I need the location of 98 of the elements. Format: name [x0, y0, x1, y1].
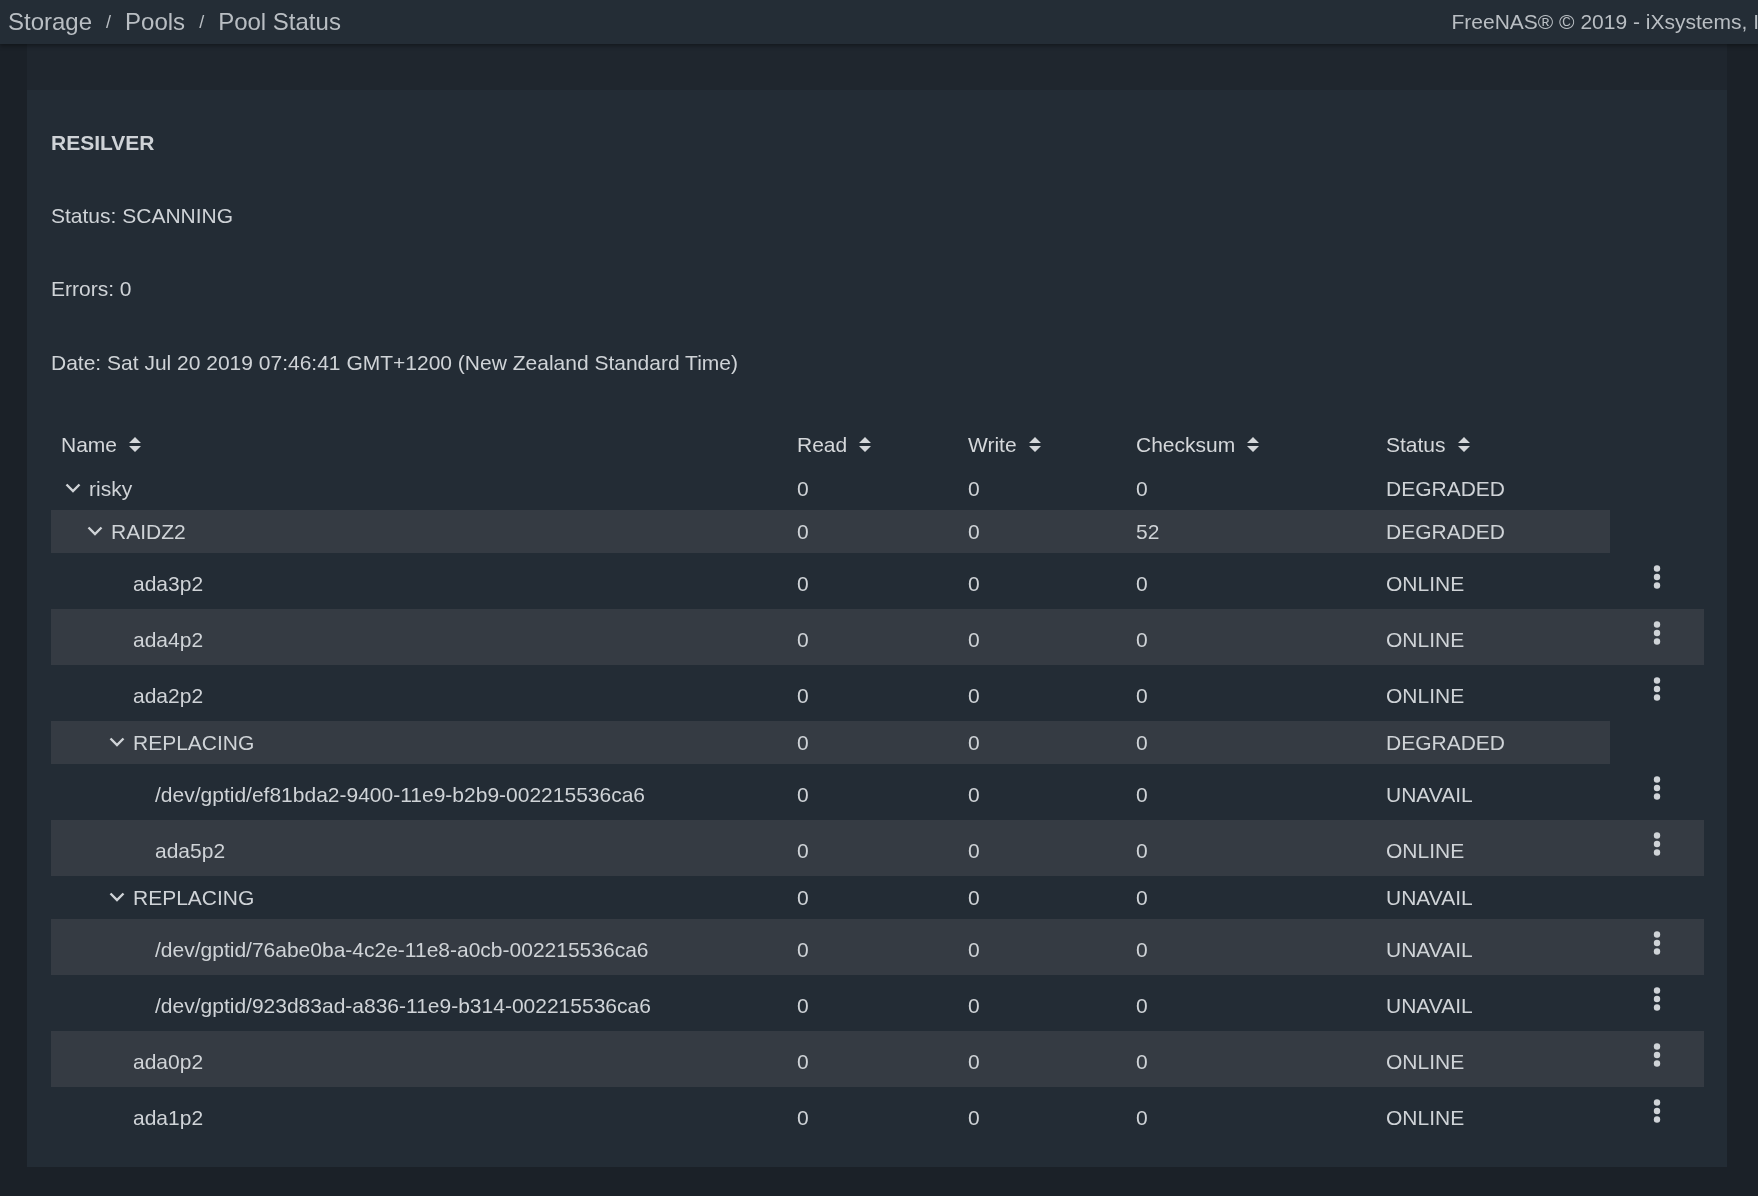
more-icon [1653, 775, 1661, 800]
count-text: 0 [968, 782, 981, 808]
breadcrumb-separator: / [199, 10, 205, 34]
name-text: ada1p2 [133, 1105, 204, 1131]
more-icon [1653, 831, 1661, 856]
name-text: /dev/gptid/ef81bda2-9400-11e9-b2b9-002215536ca6 [155, 782, 646, 808]
count-text: 52 [1136, 518, 1161, 545]
name-text: ada2p2 [133, 683, 204, 709]
status-text: UNAVAIL [1386, 993, 1474, 1019]
count-text: 0 [1136, 475, 1149, 502]
count-text: 0 [797, 782, 810, 808]
name-text: /dev/gptid/76abe0ba-4c2e-11e8-a0cb-002215536ca6 [155, 937, 649, 963]
chevron-down-icon [109, 737, 125, 748]
status-text: ONLINE [1386, 627, 1466, 653]
count-text: 0 [968, 838, 981, 864]
more-icon [1653, 620, 1661, 645]
sort-icon [1457, 436, 1470, 453]
count-text: 0 [968, 518, 981, 545]
count-text: 0 [968, 1105, 981, 1131]
name-text: risky [89, 475, 133, 502]
count-text: 0 [968, 683, 981, 709]
status-text: ONLINE [1386, 683, 1466, 709]
column-header[interactable]: Status [1386, 429, 1470, 461]
name-text: ada3p2 [133, 571, 204, 597]
column-header[interactable]: Write [968, 429, 1041, 461]
count-text: 0 [1136, 1049, 1149, 1075]
count-text: 0 [1136, 782, 1149, 808]
breadcrumb-link[interactable]: Pools [125, 4, 186, 40]
count-text: 0 [968, 627, 981, 653]
count-text: 0 [797, 683, 810, 709]
status-text: DEGRADED [1386, 729, 1507, 756]
name-text: ada4p2 [133, 627, 204, 653]
more-icon [1653, 986, 1661, 1011]
count-text: 0 [797, 838, 810, 864]
name-text: REPLACING [133, 884, 255, 911]
count-text: 0 [1136, 729, 1149, 756]
scan-heading: RESILVER [51, 130, 156, 156]
status-text: ONLINE [1386, 571, 1466, 597]
count-text: 0 [797, 1049, 810, 1075]
count-text: 0 [797, 993, 810, 1019]
name-text: REPLACING [133, 729, 255, 756]
sort-icon [859, 436, 872, 453]
count-text: 0 [797, 729, 810, 756]
count-text: 0 [1136, 683, 1149, 709]
scan-info-text: Date: Sat Jul 20 2019 07:46:41 GMT+1200 (New Zealand Standard Time) [51, 349, 739, 375]
scan-info-text: Errors: 0 [51, 276, 133, 302]
count-text: 0 [968, 475, 981, 502]
more-icon [1653, 676, 1661, 701]
count-text: 0 [1136, 627, 1149, 653]
count-text: 0 [797, 937, 810, 963]
status-text: DEGRADED [1386, 518, 1507, 545]
status-text: UNAVAIL [1386, 937, 1474, 963]
count-text: 0 [797, 518, 810, 545]
status-text: UNAVAIL [1386, 884, 1474, 911]
column-header[interactable]: Checksum [1136, 429, 1260, 461]
status-text: DEGRADED [1386, 475, 1507, 502]
chevron-down-icon [109, 892, 125, 903]
count-text: 0 [1136, 838, 1149, 864]
column-header[interactable]: Name [61, 429, 142, 461]
column-header[interactable]: Read [797, 429, 872, 461]
more-icon [1653, 1098, 1661, 1123]
more-icon [1653, 564, 1661, 589]
chevron-down-icon [87, 526, 103, 537]
count-text: 0 [797, 475, 810, 502]
chevron-down-icon [65, 483, 81, 494]
count-text: 0 [797, 571, 810, 597]
status-text: ONLINE [1386, 1105, 1466, 1131]
breadcrumb-link[interactable]: Pool Status [218, 4, 341, 40]
sort-icon [129, 436, 142, 453]
status-text: ONLINE [1386, 838, 1466, 864]
count-text: 0 [968, 1049, 981, 1075]
count-text: 0 [1136, 1105, 1149, 1131]
count-text: 0 [1136, 937, 1149, 963]
name-text: ada0p2 [133, 1049, 204, 1075]
count-text: 0 [797, 627, 810, 653]
count-text: 0 [968, 884, 981, 911]
count-text: 0 [1136, 884, 1149, 911]
count-text: 0 [968, 937, 981, 963]
count-text: 0 [797, 884, 810, 911]
name-text: /dev/gptid/923d83ad-a836-11e9-b314-002215536ca6 [155, 993, 651, 1019]
more-icon [1653, 930, 1661, 955]
breadcrumb-link[interactable]: Storage [8, 4, 93, 40]
count-text: 0 [968, 729, 981, 756]
count-text: 0 [968, 571, 981, 597]
copyright-text: FreeNAS® © 2019 - iXsystems, I [1451, 9, 1758, 36]
sort-icon [1028, 436, 1041, 453]
count-text: 0 [797, 1105, 810, 1131]
name-text: ada5p2 [155, 838, 226, 864]
count-text: 0 [968, 993, 981, 1019]
count-text: 0 [1136, 571, 1149, 597]
breadcrumb-separator: / [106, 10, 112, 34]
more-icon [1653, 1042, 1661, 1067]
name-text: RAIDZ2 [111, 518, 186, 545]
count-text: 0 [1136, 993, 1149, 1019]
scan-info-text: Status: SCANNING [51, 203, 235, 229]
status-text: ONLINE [1386, 1049, 1466, 1075]
sort-icon [1247, 436, 1260, 453]
status-text: UNAVAIL [1386, 782, 1474, 808]
